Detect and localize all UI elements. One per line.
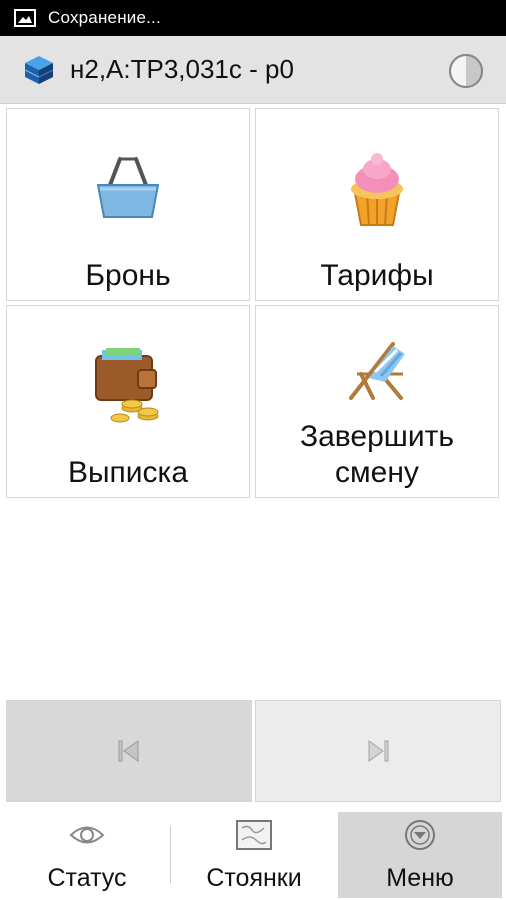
skip-back-icon (118, 740, 139, 762)
tile-label: Тарифы (320, 259, 434, 292)
app-title: н2,А:ТР3,031с - р0 (70, 54, 294, 84)
half-circle-contrast-icon[interactable] (446, 51, 486, 91)
nav-label: Статус (47, 864, 127, 892)
action-bar: н2,А:ТР3,031с - р0 (0, 36, 506, 104)
next-page-button[interactable] (255, 700, 501, 802)
shopping-basket-icon (96, 157, 160, 218)
tile-label: Завершить смену (300, 420, 454, 489)
layers-cube-icon (24, 55, 54, 84)
nav-menu[interactable]: Меню (338, 812, 502, 898)
deck-chair-icon (349, 342, 405, 400)
nav-divider (170, 826, 171, 884)
tile-tariffs[interactable]: Тарифы (255, 108, 499, 301)
image-icon (14, 9, 36, 27)
nav-parkings[interactable]: Стоянки (176, 812, 332, 898)
menu-grid: Бронь Тарифы Выписка Завершить смену (6, 108, 501, 500)
map-icon (236, 820, 272, 850)
nav-label: Стоянки (206, 864, 302, 892)
status-bar: Сохранение... (0, 0, 506, 36)
circle-down-arrow-icon (405, 820, 435, 850)
tile-statement[interactable]: Выписка (6, 305, 250, 498)
nav-label: Меню (386, 864, 454, 892)
eye-icon (69, 826, 105, 844)
wallet-coins-icon (95, 348, 159, 423)
tile-label: Выписка (67, 456, 189, 489)
bottom-navigation: Статус Стоянки Меню (0, 810, 506, 900)
tile-end-shift[interactable]: Завершить смену (255, 305, 499, 498)
tile-label: Бронь (85, 259, 171, 292)
status-text: Сохранение... (48, 8, 161, 27)
previous-page-button[interactable] (6, 700, 252, 802)
cupcake-icon (351, 153, 403, 226)
skip-forward-icon (368, 740, 389, 762)
tile-booking[interactable]: Бронь (6, 108, 250, 301)
nav-status[interactable]: Статус (14, 812, 160, 898)
